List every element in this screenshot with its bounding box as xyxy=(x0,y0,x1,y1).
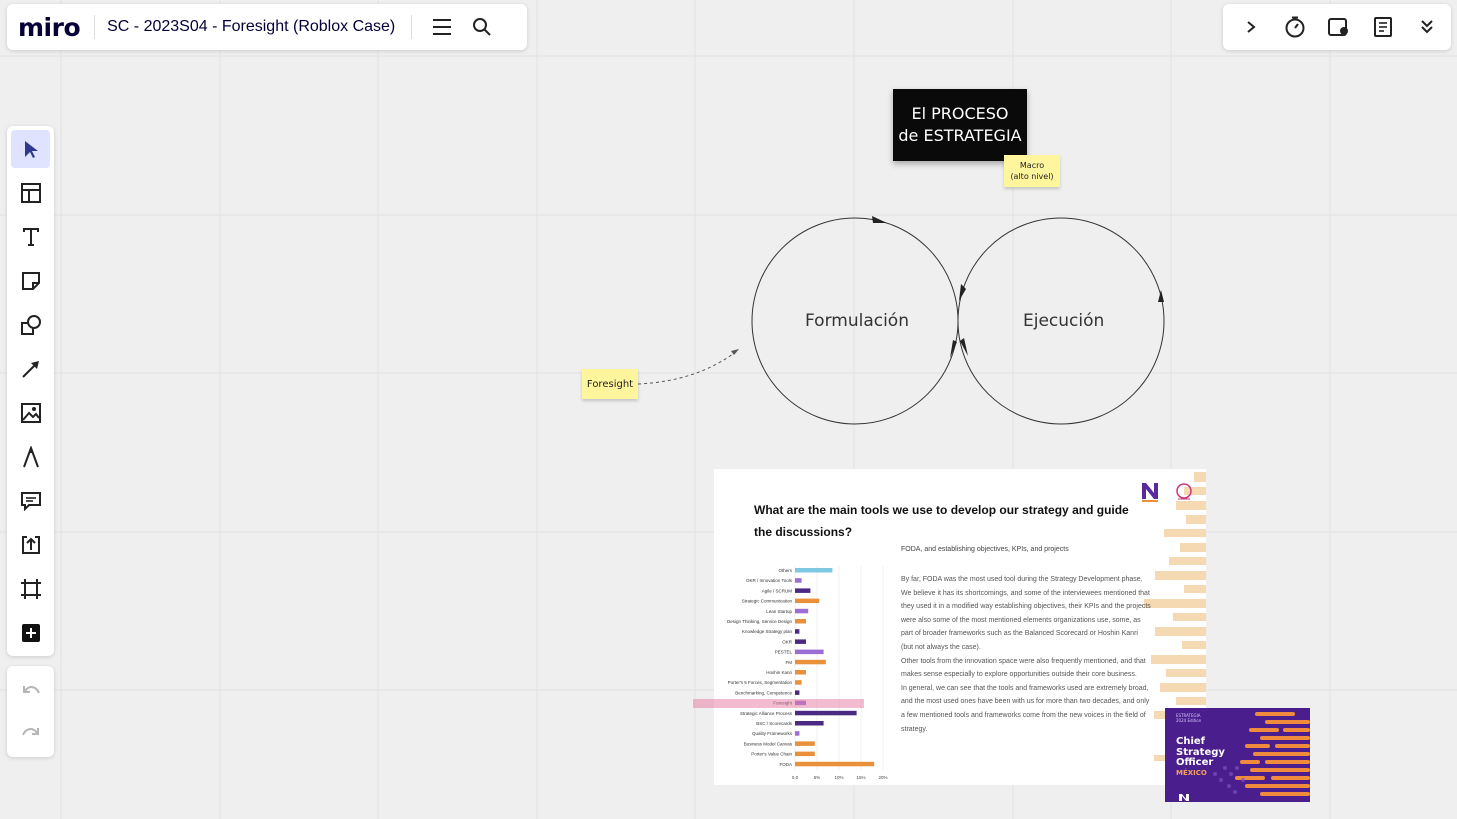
chart-category-label: Agile / SCRUM xyxy=(762,588,793,593)
chart-bar xyxy=(795,690,800,695)
chart-tick-label: 15% xyxy=(856,775,865,780)
chart-category-label: Business Model Canvas xyxy=(744,741,793,746)
chart-bar xyxy=(795,721,824,726)
chart-bar xyxy=(795,670,806,675)
cycle-arrowhead xyxy=(1158,290,1164,302)
connector-arrowhead xyxy=(731,349,739,355)
slide-paragraph: Other tools from the innovation space we… xyxy=(901,657,1146,679)
foresight-connector[interactable] xyxy=(637,350,738,385)
chart-category-label: Porter's 5 Forces, Segmentation xyxy=(728,680,793,685)
tools-bar-chart: 0.0 5% 10% 15% 20% Others OKR / Innovation Too… xyxy=(727,566,888,780)
highlight-marker xyxy=(693,699,864,708)
chart-category-label: Others xyxy=(778,568,792,573)
chart-bar xyxy=(795,598,820,604)
chart-bar xyxy=(795,578,802,583)
formulation-label[interactable]: Formulación xyxy=(805,311,909,331)
slide-question: What are the main tools we use to develo… xyxy=(754,503,1129,539)
chart-bar xyxy=(795,741,815,746)
execution-label[interactable]: Ejecución xyxy=(1023,311,1104,331)
slide-subtitle: FODA, and establishing objectives, KPIs,… xyxy=(901,546,1069,553)
cycle-arrowhead xyxy=(959,284,966,301)
cycle-arrowhead xyxy=(950,340,957,358)
chart-category-label: Knowledge Strategy plan xyxy=(742,629,793,634)
foresight-text: Foresight xyxy=(586,378,634,390)
slide-paragraph: In general, we can see that the tools an… xyxy=(901,684,1150,733)
chart-tick-label: 5% xyxy=(814,775,821,780)
survey-slide-image[interactable]: What are the main tools we use to develo… xyxy=(714,469,1206,785)
foresight-sticky-note[interactable]: Foresight xyxy=(582,369,638,399)
chart-category-label: Hoshin Kanri xyxy=(766,670,792,675)
chart-bar xyxy=(795,751,815,757)
chart-bar xyxy=(795,761,875,767)
chart-tick-label: 0.0 xyxy=(792,775,799,780)
chart-bar xyxy=(795,608,809,614)
chart-category-label: Strategic Communication xyxy=(742,599,793,604)
organizer-logos xyxy=(1142,483,1192,502)
chart-bar xyxy=(795,659,826,665)
cso-edition: ESTRATEGIA 2024 Edition xyxy=(1176,713,1201,723)
cso-title-line-3: Officer xyxy=(1176,757,1214,768)
chart-category-label: Design Thinking, Service Design xyxy=(727,619,792,624)
chart-category-label: Quality Frameworks xyxy=(752,731,793,736)
chart-bar xyxy=(795,619,806,624)
chart-bar xyxy=(795,649,824,655)
chart-category-label: Strategic Alliance Process xyxy=(740,711,793,716)
chart-category-label: FM xyxy=(786,660,793,665)
chart-category-label: OKR / Innovation Tools xyxy=(746,578,793,583)
chart-tick-label: 10% xyxy=(834,775,843,780)
chart-category-label: Porter's Value Chain xyxy=(751,752,792,757)
chart-tick-label: 20% xyxy=(878,775,887,780)
chart-category-label: Lean Startup xyxy=(766,609,792,614)
chart-bar xyxy=(795,629,800,634)
chart-bar xyxy=(795,710,857,716)
cso-edition-line-2: 2024 Edition xyxy=(1176,718,1202,723)
chart-category-label: PESTEL xyxy=(775,650,793,655)
cso-country: MÉXICO xyxy=(1176,769,1207,777)
chart-bar xyxy=(795,680,802,685)
slide-body: By far, FODA was the most used tool duri… xyxy=(901,573,1151,736)
chart-category-label: Benchmarking, Competence xyxy=(735,690,792,695)
cso-title: Chief Strategy Officer xyxy=(1176,736,1225,769)
chart-bar xyxy=(795,639,806,644)
chart-category-label: BSC / Scorecards xyxy=(756,721,793,726)
chart-bar xyxy=(795,588,811,593)
cso-title-line-1: Chief xyxy=(1176,736,1206,747)
chart-category-label: OKR xyxy=(782,639,793,644)
chart-bar xyxy=(795,731,800,736)
chart-bar xyxy=(795,568,833,573)
chief-strategy-officer-card[interactable]: ESTRATEGIA 2024 Edition Chief Strategy O… xyxy=(1165,708,1310,802)
slide-paragraph: By far, FODA was the most used tool duri… xyxy=(901,576,1151,651)
chart-category-label: FODA xyxy=(779,762,792,767)
